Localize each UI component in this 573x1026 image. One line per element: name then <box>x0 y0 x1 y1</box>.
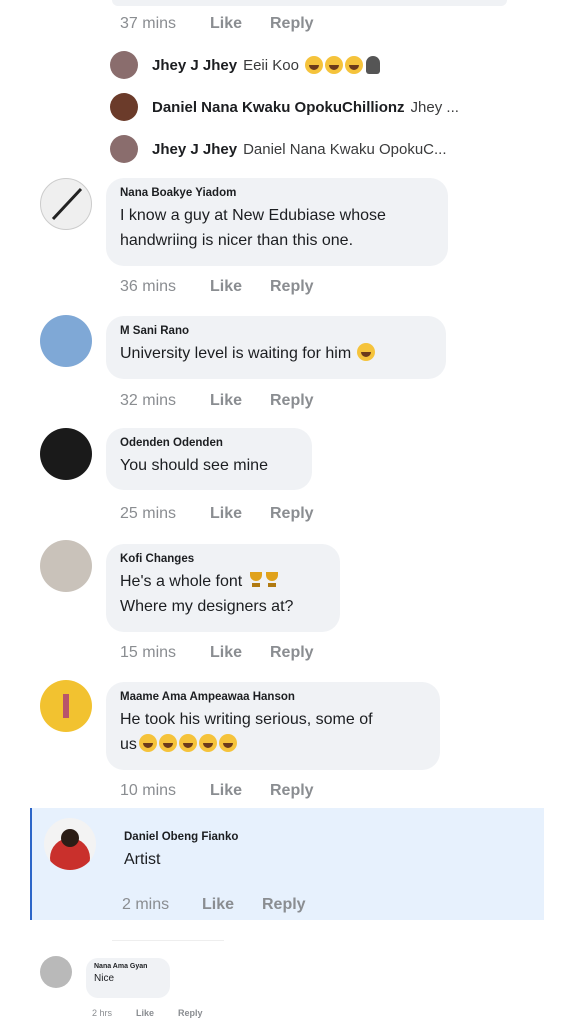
reply-button[interactable]: Reply <box>270 644 314 662</box>
pen-icon <box>51 187 83 221</box>
comment-bubble: Odenden Odenden You should see mine <box>106 428 312 490</box>
avatar[interactable] <box>40 315 92 367</box>
like-button[interactable]: Like <box>210 15 270 33</box>
comment-meta: 10 mins Like Reply <box>120 782 314 800</box>
comment-time: 2 hrs <box>92 1008 113 1018</box>
like-button[interactable]: Like <box>210 278 270 296</box>
person-figure-icon <box>63 694 69 718</box>
reply-button[interactable]: Reply <box>262 896 306 914</box>
laughing-emoji-icon <box>218 734 237 752</box>
comment-text: Nice <box>94 973 115 984</box>
comment-meta: 15 mins Like Reply <box>120 644 314 662</box>
laughing-emoji-icon <box>324 56 343 74</box>
reply-text: Daniel Nana Kwaku OpokuC... <box>243 140 447 158</box>
reply-button[interactable]: Reply <box>178 1008 203 1018</box>
reply-text: Eeii Koo <box>243 56 299 74</box>
comment-author[interactable]: Nana Ama Gyan <box>94 963 162 970</box>
laughing-emoji-icon <box>158 734 177 752</box>
reply-button[interactable]: Reply <box>270 392 314 410</box>
divider <box>112 940 224 941</box>
comment-text-line2: Where my designers at? <box>120 598 294 615</box>
comment-time: 36 mins <box>120 278 177 295</box>
reply-button[interactable]: Reply <box>270 15 314 33</box>
like-button[interactable]: Like <box>202 896 262 914</box>
comment-bubble: M Sani Rano University level is waiting … <box>106 316 446 379</box>
reply-author[interactable]: Jhey J Jhey <box>152 141 237 158</box>
comment-meta: 37 mins Like Reply <box>120 15 314 33</box>
reply-button[interactable]: Reply <box>270 782 314 800</box>
comment-bubble: Nana Boakye Yiadom I know a guy at New E… <box>106 178 448 266</box>
laughing-emoji-icon <box>138 734 157 752</box>
reply-author[interactable]: Daniel Nana Kwaku OpokuChillionz <box>152 99 405 116</box>
like-button[interactable]: Like <box>210 782 270 800</box>
avatar[interactable] <box>40 540 92 592</box>
like-button[interactable]: Like <box>210 505 270 523</box>
person-avatar-icon <box>50 829 90 870</box>
comment-bubble: Kofi Changes He's a whole font Where my … <box>106 544 340 632</box>
comment-bubble: Maame Ama Ampeawaa Hanson He took his wr… <box>106 682 440 770</box>
reply-button[interactable]: Reply <box>270 505 314 523</box>
comment-author[interactable]: Daniel Obeng Fianko <box>124 831 256 843</box>
comment-time: 32 mins <box>120 392 177 409</box>
comment-text: I know a guy at New Edubiase whose handw… <box>120 207 386 249</box>
laughing-emoji-icon <box>198 734 217 752</box>
trophy-icon <box>265 572 279 588</box>
laughing-emoji-icon <box>344 56 363 74</box>
comment-text: You should see mine <box>120 457 268 474</box>
trophy-icon <box>249 572 263 588</box>
comment-author[interactable]: Kofi Changes <box>120 553 326 565</box>
comment-author[interactable]: M Sani Rano <box>120 325 432 337</box>
like-button[interactable]: Like <box>136 1008 178 1018</box>
comment-time: 15 mins <box>120 644 177 661</box>
comment-meta: 2 hrs Like Reply <box>92 1008 203 1018</box>
comment-meta: 32 mins Like Reply <box>120 392 314 410</box>
comment-meta: 36 mins Like Reply <box>120 278 314 296</box>
comment-meta: 25 mins Like Reply <box>120 505 314 523</box>
comment-meta: 2 mins Like Reply <box>122 896 306 914</box>
avatar[interactable] <box>110 135 138 163</box>
comment-author[interactable]: Nana Boakye Yiadom <box>120 187 434 199</box>
ghost-emoji-icon <box>365 56 380 74</box>
reply-preview[interactable]: Jhey J Jhey Eeii Koo <box>110 50 510 80</box>
comment-text: Artist <box>124 851 161 868</box>
reply-text: Jhey ... <box>410 98 459 116</box>
comment-bubble: Daniel Obeng Fianko Artist <box>110 822 270 884</box>
laughing-emoji-icon <box>304 56 323 74</box>
laughing-emoji-icon <box>178 734 197 752</box>
comment-time: 25 mins <box>120 505 177 522</box>
reply-author[interactable]: Jhey J Jhey <box>152 57 237 74</box>
reply-preview[interactable]: Jhey J Jhey Daniel Nana Kwaku OpokuC... <box>110 134 510 164</box>
avatar[interactable] <box>110 93 138 121</box>
reply-button[interactable]: Reply <box>270 278 314 296</box>
comment-text: He took his writing serious, some of <box>120 711 373 728</box>
comment-bubble: Nana Ama Gyan Nice <box>86 958 170 998</box>
avatar[interactable] <box>40 956 72 988</box>
previous-comment-bubble <box>112 0 507 6</box>
avatar[interactable] <box>40 680 92 732</box>
comment-author[interactable]: Maame Ama Ampeawaa Hanson <box>120 691 426 703</box>
avatar[interactable] <box>40 428 92 480</box>
comment-author[interactable]: Odenden Odenden <box>120 437 298 449</box>
reply-preview[interactable]: Daniel Nana Kwaku OpokuChillionz Jhey ..… <box>110 92 510 122</box>
comment-text: He's a whole font <box>120 573 243 590</box>
comment-time: 2 mins <box>122 896 170 913</box>
like-button[interactable]: Like <box>210 392 270 410</box>
laughing-emoji-icon <box>357 343 376 361</box>
comment-text: University level is waiting for him <box>120 345 352 362</box>
avatar[interactable] <box>40 178 92 230</box>
avatar[interactable] <box>110 51 138 79</box>
comment-text-line2: us <box>120 736 137 753</box>
comment-time: 37 mins <box>120 15 177 32</box>
comment-time: 10 mins <box>120 782 177 799</box>
like-button[interactable]: Like <box>210 644 270 662</box>
avatar[interactable] <box>44 818 96 870</box>
